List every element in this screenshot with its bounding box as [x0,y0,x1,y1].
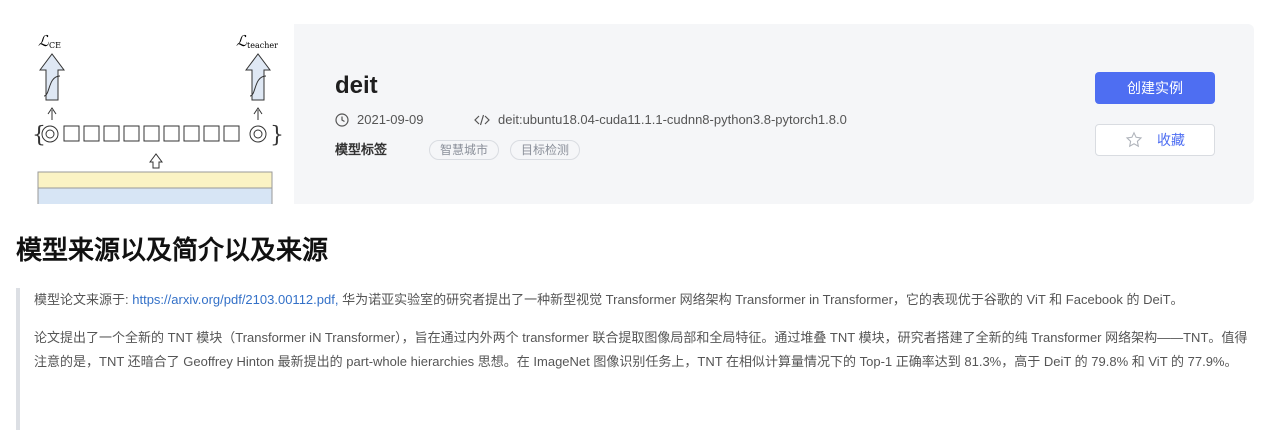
loss-ce-subscript: CE [49,41,61,50]
ce-head-arrow [39,53,65,101]
model-image: deit:ubuntu18.04-cuda11.1.1-cudnn8-pytho… [474,111,847,129]
tag-item[interactable]: 智慧城市 [429,140,500,160]
tags-label: 模型标签 [335,142,388,157]
model-date: 2021-09-09 [335,111,424,129]
teacher-head-arrow [245,53,271,101]
star-icon [1125,131,1143,148]
section-title: 模型来源以及简介以及来源 [16,235,329,265]
description-paragraph-1: 模型论文来源于: https://arxiv.org/pdf/2103.0011… [34,288,1256,312]
model-thumbnail: ℒ CE ℒ teacher {} [16,24,294,204]
middle-arrow [149,153,163,169]
para1-prefix: 模型论文来源于: [34,292,133,307]
description-paragraph-2: 论文提出了一个全新的 TNT 模块（Transformer iN Transfo… [34,330,1248,369]
code-icon [474,114,490,126]
paper-link[interactable]: https://arxiv.org/pdf/2103.00112.pdf, [132,292,338,307]
tag-item[interactable]: 目标检测 [510,140,581,160]
svg-text:}: } [270,123,284,148]
loss-teacher-subscript: teacher [247,41,278,50]
para1-text: 华为诺亚实验室的研究者提出了一种新型视觉 Transformer 网络架构 Tr… [338,292,1184,307]
small-arrow-left [47,107,57,120]
small-arrow-right [253,107,263,120]
favorite-label: 收藏 [1157,132,1185,148]
architecture-diagram: ℒ CE ℒ teacher {} [32,32,284,204]
favorite-button[interactable]: 收藏 [1095,124,1215,156]
clock-icon [335,113,349,127]
create-instance-button[interactable]: 创建实例 [1095,72,1215,104]
model-tags: 模型标签 智慧城市 目标检测 [335,140,591,160]
model-title: deit [335,72,378,99]
model-image-text: deit:ubuntu18.04-cuda11.1.1-cudnn8-pytho… [498,112,847,127]
model-date-text: 2021-09-09 [357,112,424,127]
description-quote: 模型论文来源于: https://arxiv.org/pdf/2103.0011… [16,288,1256,430]
token-row: { } [32,123,284,148]
layer-block-yellow [37,171,273,189]
layer-block-blue [37,187,273,204]
